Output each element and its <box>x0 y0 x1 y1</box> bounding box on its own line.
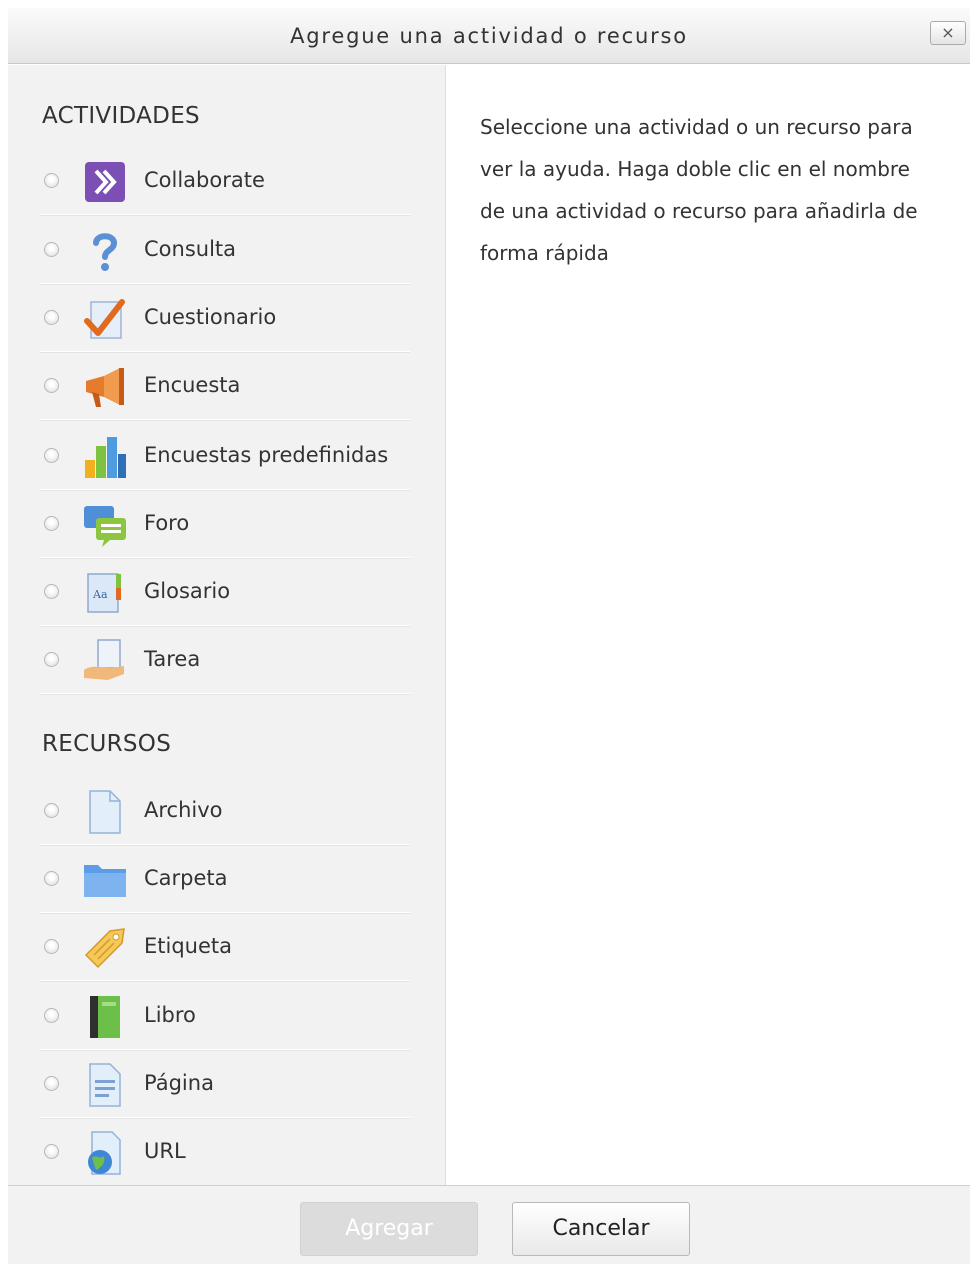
options-panel[interactable]: ACTIVIDADES Collaborate Consulta Cuestio… <box>8 65 446 1185</box>
option-label: Página <box>144 1071 214 1095</box>
label-tag-icon <box>84 928 125 969</box>
option-encuesta[interactable]: Encuesta <box>40 352 410 420</box>
option-label: Encuesta <box>144 373 241 397</box>
radio-button[interactable] <box>44 584 59 599</box>
option-etiqueta[interactable]: Etiqueta <box>40 913 410 981</box>
option-cuestionario[interactable]: Cuestionario <box>40 284 410 352</box>
page-icon <box>89 1063 121 1107</box>
radio-button[interactable] <box>44 448 59 463</box>
radio-button[interactable] <box>44 310 59 325</box>
radio-button[interactable] <box>44 378 59 393</box>
option-label: Etiqueta <box>144 934 232 958</box>
radio-button[interactable] <box>44 242 59 257</box>
dialog-title: Agregue una actividad o recurso <box>290 24 688 48</box>
url-globe-icon <box>88 1131 121 1175</box>
radio-button[interactable] <box>44 173 59 188</box>
radio-button[interactable] <box>44 1144 59 1159</box>
radio-button[interactable] <box>44 1008 59 1023</box>
radio-button[interactable] <box>44 516 59 531</box>
svg-text:Aa: Aa <box>92 588 108 601</box>
option-archivo[interactable]: Archivo <box>40 777 410 845</box>
option-label: Foro <box>144 511 190 535</box>
book-icon <box>90 996 120 1038</box>
file-icon <box>89 790 121 834</box>
option-label: Encuestas predefinidas <box>144 443 389 467</box>
option-pagina[interactable]: Página <box>40 1050 410 1118</box>
option-label: Tarea <box>144 647 201 671</box>
option-url[interactable]: URL <box>40 1118 410 1185</box>
radio-button[interactable] <box>44 1076 59 1091</box>
question-mark-icon <box>93 233 118 271</box>
option-label: Glosario <box>144 579 231 603</box>
option-glosario[interactable]: Aa Glosario <box>40 558 410 626</box>
option-consulta[interactable]: Consulta <box>40 216 410 284</box>
option-encuestas-predefinidas[interactable]: Encuestas predefinidas <box>40 422 410 490</box>
close-button[interactable]: × <box>930 21 966 45</box>
option-label: URL <box>144 1139 186 1163</box>
resources-heading: RECURSOS <box>42 731 172 757</box>
radio-button[interactable] <box>44 652 59 667</box>
option-label: Archivo <box>144 798 223 822</box>
option-label: Libro <box>144 1003 196 1027</box>
dialog-footer: Agregar Cancelar <box>8 1185 970 1264</box>
radio-button[interactable] <box>44 803 59 818</box>
dialog-header: Agregue una actividad o recurso × <box>8 8 970 64</box>
help-text: Seleccione una actividad o un recurso pa… <box>480 115 918 265</box>
glossary-book-icon: Aa <box>87 573 121 613</box>
option-tarea[interactable]: Tarea <box>40 626 410 694</box>
forum-bubbles-icon <box>84 506 126 547</box>
bar-chart-icon <box>85 437 126 478</box>
option-carpeta[interactable]: Carpeta <box>40 845 410 913</box>
add-button[interactable]: Agregar <box>300 1202 478 1256</box>
assignment-hand-icon <box>84 639 124 680</box>
activities-heading: ACTIVIDADES <box>42 103 200 129</box>
option-label: Consulta <box>144 237 237 261</box>
megaphone-icon <box>86 368 124 407</box>
quiz-checkmark-icon <box>84 299 125 339</box>
option-foro[interactable]: Foro <box>40 490 410 558</box>
radio-button[interactable] <box>44 939 59 954</box>
collaborate-icon <box>85 162 125 202</box>
radio-button[interactable] <box>44 871 59 886</box>
option-libro[interactable]: Libro <box>40 982 410 1050</box>
cancel-button[interactable]: Cancelar <box>512 1202 690 1256</box>
folder-icon <box>84 865 126 897</box>
option-collaborate[interactable]: Collaborate <box>40 147 410 215</box>
option-label: Cuestionario <box>144 305 277 329</box>
option-label: Carpeta <box>144 866 228 890</box>
option-label: Collaborate <box>144 168 265 192</box>
add-activity-dialog: Agregue una actividad o recurso × ACTIVI… <box>8 8 970 1264</box>
